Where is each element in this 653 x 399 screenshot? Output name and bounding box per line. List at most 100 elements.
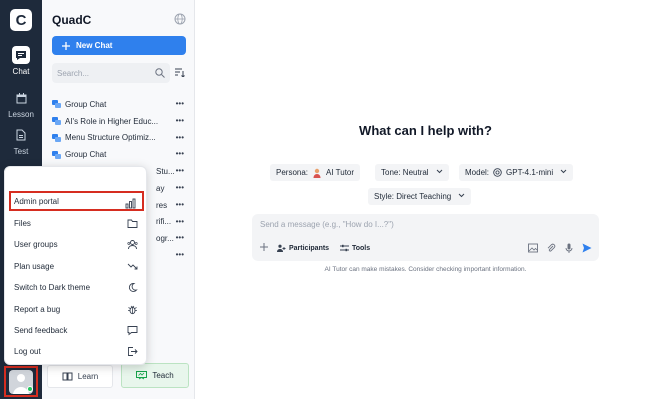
menu-item-dark-theme[interactable]: Switch to Dark theme — [9, 277, 144, 297]
app-logo[interactable]: C — [10, 9, 32, 31]
chat-list-item[interactable]: Group Chat ••• — [52, 96, 190, 113]
logout-icon — [128, 347, 138, 356]
sliders-icon — [340, 244, 349, 252]
menu-item-files[interactable]: Files — [9, 213, 144, 233]
whiteboard-icon — [136, 371, 148, 380]
sort-filter-icon[interactable] — [175, 68, 185, 77]
chat-list-item[interactable]: AI's Role in Higher Educ... ••• — [52, 113, 190, 130]
rail-item-label: Test — [13, 147, 29, 156]
chat-list-item[interactable]: Group Chat ••• — [52, 146, 190, 163]
chat-title: ogr... — [156, 234, 174, 244]
more-options-icon[interactable]: ••• — [176, 217, 184, 226]
more-options-icon[interactable]: ••• — [176, 99, 184, 108]
chat-title: Group Chat — [65, 99, 107, 109]
more-options-icon[interactable]: ••• — [176, 116, 184, 125]
group-chat-icon — [52, 117, 61, 126]
more-options-icon[interactable]: ••• — [176, 250, 184, 259]
tools-label: Tools — [352, 244, 371, 252]
chat-bubble-icon — [12, 46, 30, 64]
menu-item-label: Log out — [14, 346, 41, 356]
new-chat-button[interactable]: New Chat — [52, 36, 186, 55]
users-icon — [127, 240, 138, 250]
add-attachment-button[interactable] — [260, 243, 268, 254]
learn-mode-button[interactable]: Learn — [47, 365, 113, 388]
model-selector[interactable]: Model: GPT-4.1-mini — [459, 164, 574, 181]
participants-icon — [277, 244, 286, 252]
menu-item-plan-usage[interactable]: Plan usage — [9, 256, 144, 276]
chat-title: res — [156, 200, 168, 210]
participants-label: Participants — [289, 244, 330, 252]
mode-switcher: Learn Teach — [42, 362, 195, 391]
paperclip-icon[interactable] — [546, 243, 556, 253]
more-options-icon[interactable]: ••• — [176, 133, 184, 142]
group-chat-icon — [52, 133, 61, 142]
rail-item-test[interactable]: Test — [0, 126, 42, 156]
message-icon — [127, 326, 138, 336]
disclaimer-text: AI Tutor can make mistakes. Consider che… — [324, 266, 527, 273]
tone-label: Tone: Neutral — [381, 168, 429, 177]
teach-mode-button[interactable]: Teach — [121, 363, 189, 388]
group-chat-icon — [52, 100, 61, 109]
menu-item-label: Admin portal — [14, 196, 59, 206]
online-status-dot — [27, 386, 33, 392]
tools-button[interactable]: Tools — [340, 244, 370, 252]
teach-label: Teach — [152, 371, 174, 380]
tone-selector[interactable]: Tone: Neutral — [375, 164, 449, 181]
rail-item-chat[interactable]: Chat — [0, 46, 42, 76]
chat-title: rifi... — [156, 217, 172, 227]
folder-icon — [127, 219, 138, 228]
plus-icon — [62, 41, 70, 50]
more-options-icon[interactable]: ••• — [176, 149, 184, 158]
plus-icon — [260, 243, 268, 251]
brand-title: QuadC — [52, 13, 92, 27]
participants-button[interactable]: Participants — [277, 244, 329, 252]
document-icon — [12, 126, 30, 144]
menu-item-user-groups[interactable]: User groups — [9, 234, 144, 254]
calendar-icon — [12, 89, 30, 107]
model-logo-icon — [493, 168, 502, 177]
menu-item-report-bug[interactable]: Report a bug — [9, 299, 144, 319]
menu-item-label: Files — [14, 218, 31, 228]
rail-item-lesson[interactable]: Lesson — [0, 89, 42, 119]
book-icon — [62, 372, 73, 381]
more-options-icon[interactable]: ••• — [176, 233, 184, 242]
menu-item-label: Plan usage — [14, 261, 55, 271]
search-input[interactable]: Search... — [52, 63, 170, 83]
chat-list-item[interactable]: Menu Structure Optimiz... ••• — [52, 130, 190, 147]
tutor-avatar-icon — [312, 168, 322, 178]
chevron-down-icon — [560, 169, 567, 176]
chat-title: AI's Role in Higher Educ... — [65, 116, 159, 126]
menu-item-label: User groups — [14, 239, 58, 249]
search-icon — [155, 68, 165, 78]
persona-value: AI Tutor — [326, 168, 355, 177]
search-placeholder: Search... — [57, 68, 90, 78]
image-upload-icon[interactable] — [528, 243, 538, 253]
menu-item-send-feedback[interactable]: Send feedback — [9, 320, 144, 340]
chat-title: Stu... — [156, 167, 175, 177]
rail-item-label: Lesson — [8, 110, 34, 119]
menu-item-label: Report a bug — [14, 304, 61, 314]
main-panel: What can I help with? Persona: AI Tutor … — [195, 0, 653, 399]
chevron-down-icon — [458, 193, 465, 200]
send-icon[interactable] — [582, 243, 592, 253]
model-value: GPT-4.1-mini — [506, 168, 554, 177]
style-selector[interactable]: Style: Direct Teaching — [368, 188, 472, 205]
rail-item-label: Chat — [12, 67, 30, 76]
persona-selector[interactable]: Persona: AI Tutor — [270, 164, 361, 181]
user-menu-popup: Admin portal Files User groups Plan usag… — [4, 166, 147, 365]
menu-item-label: Switch to Dark theme — [14, 282, 91, 292]
persona-label: Persona: — [276, 168, 309, 177]
more-options-icon[interactable]: ••• — [176, 166, 184, 175]
menu-item-admin-portal[interactable]: Admin portal — [9, 191, 144, 211]
message-input[interactable]: Send a message (e.g., "How do I...?") — [260, 220, 394, 229]
microphone-icon[interactable] — [564, 243, 574, 253]
group-chat-icon — [52, 150, 61, 159]
more-options-icon[interactable]: ••• — [176, 183, 184, 192]
user-avatar-button[interactable] — [4, 366, 38, 397]
chat-title: Group Chat — [65, 150, 107, 160]
globe-icon[interactable] — [174, 13, 186, 25]
more-options-icon[interactable]: ••• — [176, 200, 184, 209]
menu-item-log-out[interactable]: Log out — [9, 341, 144, 361]
page-title: What can I help with? — [359, 123, 492, 138]
menu-item-label: Send feedback — [14, 325, 68, 335]
